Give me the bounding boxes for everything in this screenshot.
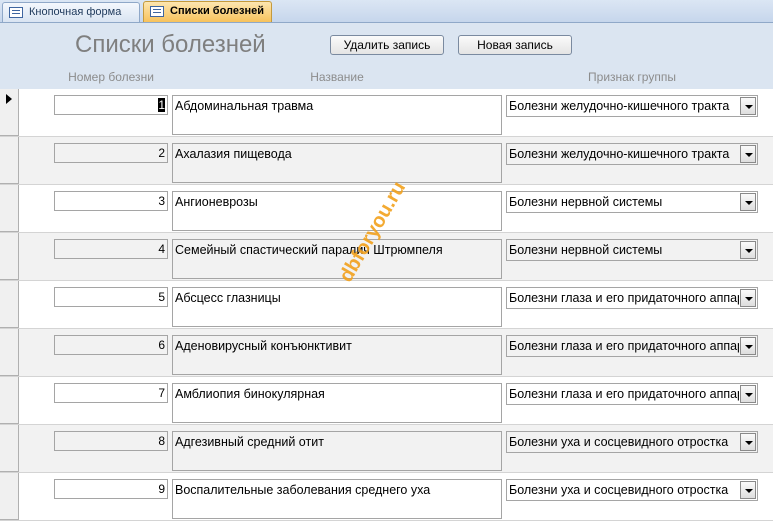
tab-switchboard[interactable]: Кнопочная форма [2, 2, 140, 22]
disease-number-field[interactable]: 4 [54, 239, 168, 259]
dropdown-arrow-icon[interactable] [740, 289, 756, 307]
record-row: 2 Ахалазия пищевода Болезни желудочно-кише… [0, 137, 773, 185]
disease-name-field[interactable]: Аденовирусный конъюнктивит [172, 335, 502, 375]
disease-number-value: 4 [158, 242, 165, 256]
column-header-name: Название [310, 70, 364, 84]
group-combobox[interactable]: Болезни желудочно-кишечного тракта [506, 95, 758, 117]
group-value: Болезни нервной системы [509, 243, 663, 257]
record-selector[interactable] [0, 185, 19, 232]
record-row: 5 Абсцесс глазницы Болезни глаза и его при… [0, 281, 773, 329]
disease-number-value: 5 [158, 290, 165, 304]
record-selector[interactable] [0, 137, 19, 184]
record-selector[interactable] [0, 281, 19, 328]
record-selector[interactable] [0, 233, 19, 280]
disease-number-field[interactable]: 8 [54, 431, 168, 451]
dropdown-arrow-icon[interactable] [740, 241, 756, 259]
record-row: 6 Аденовирусный конъюнктивит Болезни глаза… [0, 329, 773, 377]
form-detail: 1 Абдоминальная травма Болезни желудочно-к… [0, 89, 773, 521]
disease-name-field[interactable]: Ангионеврозы [172, 191, 502, 231]
new-record-button[interactable]: Новая запись [458, 35, 572, 55]
tab-label: Списки болезней [170, 5, 264, 17]
record-selector[interactable] [0, 425, 19, 472]
group-combobox[interactable]: Болезни глаза и его придаточного аппарат… [506, 383, 758, 405]
group-value: Болезни нервной системы [509, 195, 663, 209]
disease-number-value: 7 [158, 386, 165, 400]
dropdown-arrow-icon[interactable] [740, 193, 756, 211]
group-combobox[interactable]: Болезни уха и сосцевидного отростка [506, 431, 758, 453]
current-record-icon [6, 94, 12, 104]
group-value: Болезни желудочно-кишечного тракта [509, 99, 730, 113]
record-row: 1 Абдоминальная травма Болезни желудочно-к… [0, 89, 773, 137]
form-icon [150, 6, 164, 17]
delete-record-button[interactable]: Удалить запись [330, 35, 444, 55]
form-header: Списки болезней Удалить запись Новая зап… [0, 23, 773, 89]
group-combobox[interactable]: Болезни желудочно-кишечного тракта [506, 143, 758, 165]
tab-disease-lists[interactable]: Списки болезней [143, 1, 272, 22]
record-row: 4 Семейный спастический паралич Штрюмпеля… [0, 233, 773, 281]
document-tab-bar: Кнопочная форма Списки болезней [0, 0, 773, 23]
record-row: 9 Воспалительные заболевания среднего уха… [0, 473, 773, 521]
form-icon [9, 7, 23, 18]
record-selector[interactable] [0, 473, 19, 520]
dropdown-arrow-icon[interactable] [740, 337, 756, 355]
disease-number-field[interactable]: 9 [54, 479, 168, 499]
disease-name-field[interactable]: Ахалазия пищевода [172, 143, 502, 183]
column-header-group: Признак группы [588, 70, 676, 84]
record-selector[interactable] [0, 329, 19, 376]
disease-number-value: 9 [158, 482, 165, 496]
disease-number-value: 8 [158, 434, 165, 448]
dropdown-arrow-icon[interactable] [740, 433, 756, 451]
group-value: Болезни желудочно-кишечного тракта [509, 147, 730, 161]
group-combobox[interactable]: Болезни глаза и его придаточного аппарат… [506, 287, 758, 309]
disease-name-field[interactable]: Воспалительные заболевания среднего уха [172, 479, 502, 519]
disease-name-field[interactable]: Адгезивный средний отит [172, 431, 502, 471]
disease-number-value: 3 [158, 194, 165, 208]
group-value: Болезни глаза и его придаточного аппарат… [509, 291, 739, 305]
form-title: Списки болезней [75, 31, 266, 58]
disease-number-value: 6 [158, 338, 165, 352]
record-selector[interactable] [0, 89, 19, 136]
record-selector[interactable] [0, 377, 19, 424]
disease-number-field[interactable]: 1 [54, 95, 168, 115]
disease-number-field[interactable]: 6 [54, 335, 168, 355]
dropdown-arrow-icon[interactable] [740, 385, 756, 403]
group-value: Болезни глаза и его придаточного аппарат… [509, 387, 739, 401]
disease-number-field[interactable]: 2 [54, 143, 168, 163]
dropdown-arrow-icon[interactable] [740, 481, 756, 499]
group-combobox[interactable]: Болезни глаза и его придаточного аппарат… [506, 335, 758, 357]
record-row: 7 Амблиопия бинокулярная Болезни глаза и е… [0, 377, 773, 425]
column-header-number: Номер болезни [68, 70, 154, 84]
disease-name-field[interactable]: Абсцесс глазницы [172, 287, 502, 327]
disease-number-value: 2 [158, 146, 165, 160]
disease-number-value: 1 [158, 98, 165, 112]
record-row: 8 Адгезивный средний отит Болезни уха и со… [0, 425, 773, 473]
disease-name-field[interactable]: Абдоминальная травма [172, 95, 502, 135]
disease-number-field[interactable]: 7 [54, 383, 168, 403]
group-combobox[interactable]: Болезни нервной системы [506, 239, 758, 261]
disease-name-field[interactable]: Амблиопия бинокулярная [172, 383, 502, 423]
group-combobox[interactable]: Болезни нервной системы [506, 191, 758, 213]
tab-label: Кнопочная форма [29, 6, 122, 18]
disease-number-field[interactable]: 5 [54, 287, 168, 307]
group-value: Болезни уха и сосцевидного отростка [509, 435, 729, 449]
group-value: Болезни уха и сосцевидного отростка [509, 483, 729, 497]
disease-number-field[interactable]: 3 [54, 191, 168, 211]
group-value: Болезни глаза и его придаточного аппарат… [509, 339, 739, 353]
group-combobox[interactable]: Болезни уха и сосцевидного отростка [506, 479, 758, 501]
dropdown-arrow-icon[interactable] [740, 145, 756, 163]
dropdown-arrow-icon[interactable] [740, 97, 756, 115]
